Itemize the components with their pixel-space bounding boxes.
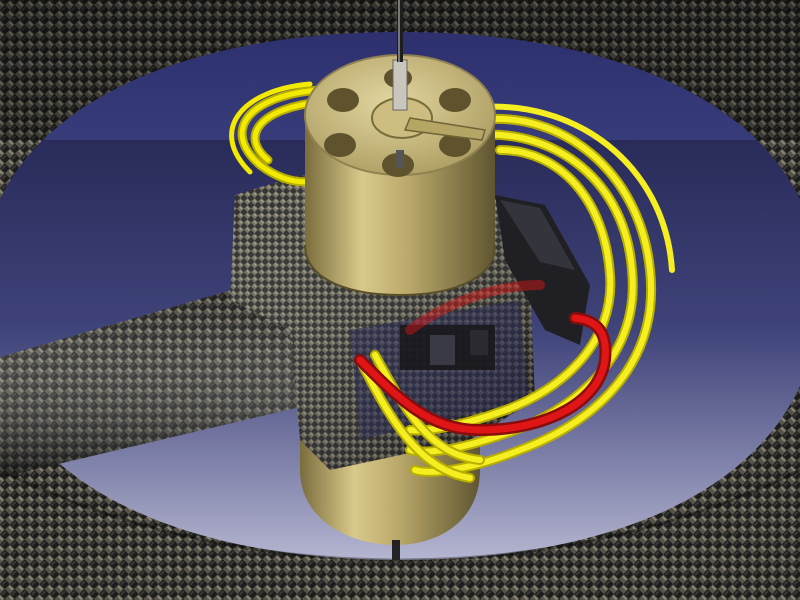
brushless-motor	[304, 54, 496, 297]
shaft	[397, 0, 403, 62]
cad-render-viewport	[0, 0, 800, 600]
cad-scene	[0, 0, 800, 600]
